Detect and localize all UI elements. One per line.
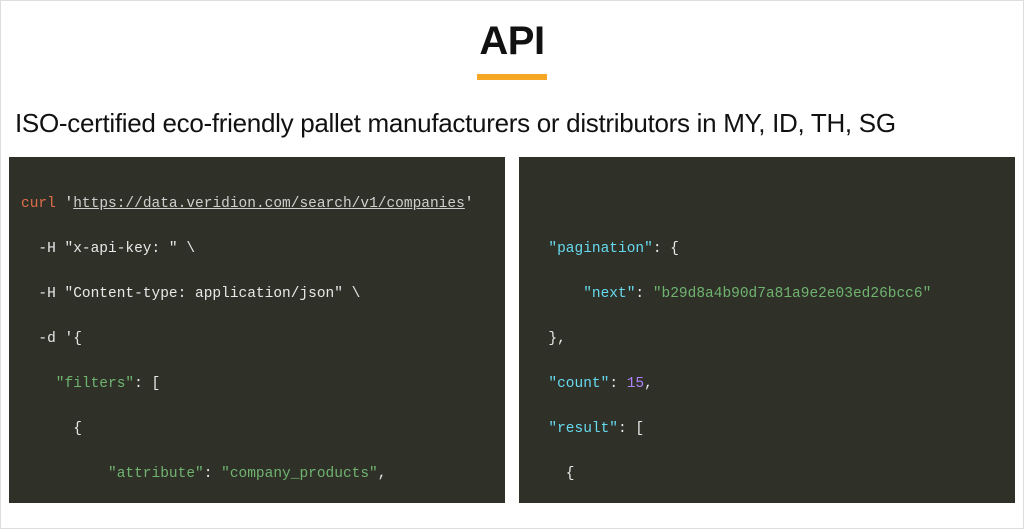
curl-cmd: curl [21,196,65,212]
header-content-type: -H "Content-type: application/json" \ [38,286,360,302]
response-code-block: "pagination": { "next": "b29d8a4b90d7a81… [519,157,1015,503]
header-api-key: -H "x-api-key: " \ [38,241,195,257]
request-code-block: curl 'https://data.veridion.com/search/v… [9,157,505,503]
request-url: https://data.veridion.com/search/v1/comp… [73,196,465,212]
code-panels: curl 'https://data.veridion.com/search/v… [1,157,1023,503]
header: API [1,1,1023,80]
query-subtitle: ISO-certified eco-friendly pallet manufa… [1,80,1023,157]
page-title: API [1,19,1023,64]
body-open: -d '{ [38,331,82,347]
document-frame: API ISO-certified eco-friendly pallet ma… [0,0,1024,529]
